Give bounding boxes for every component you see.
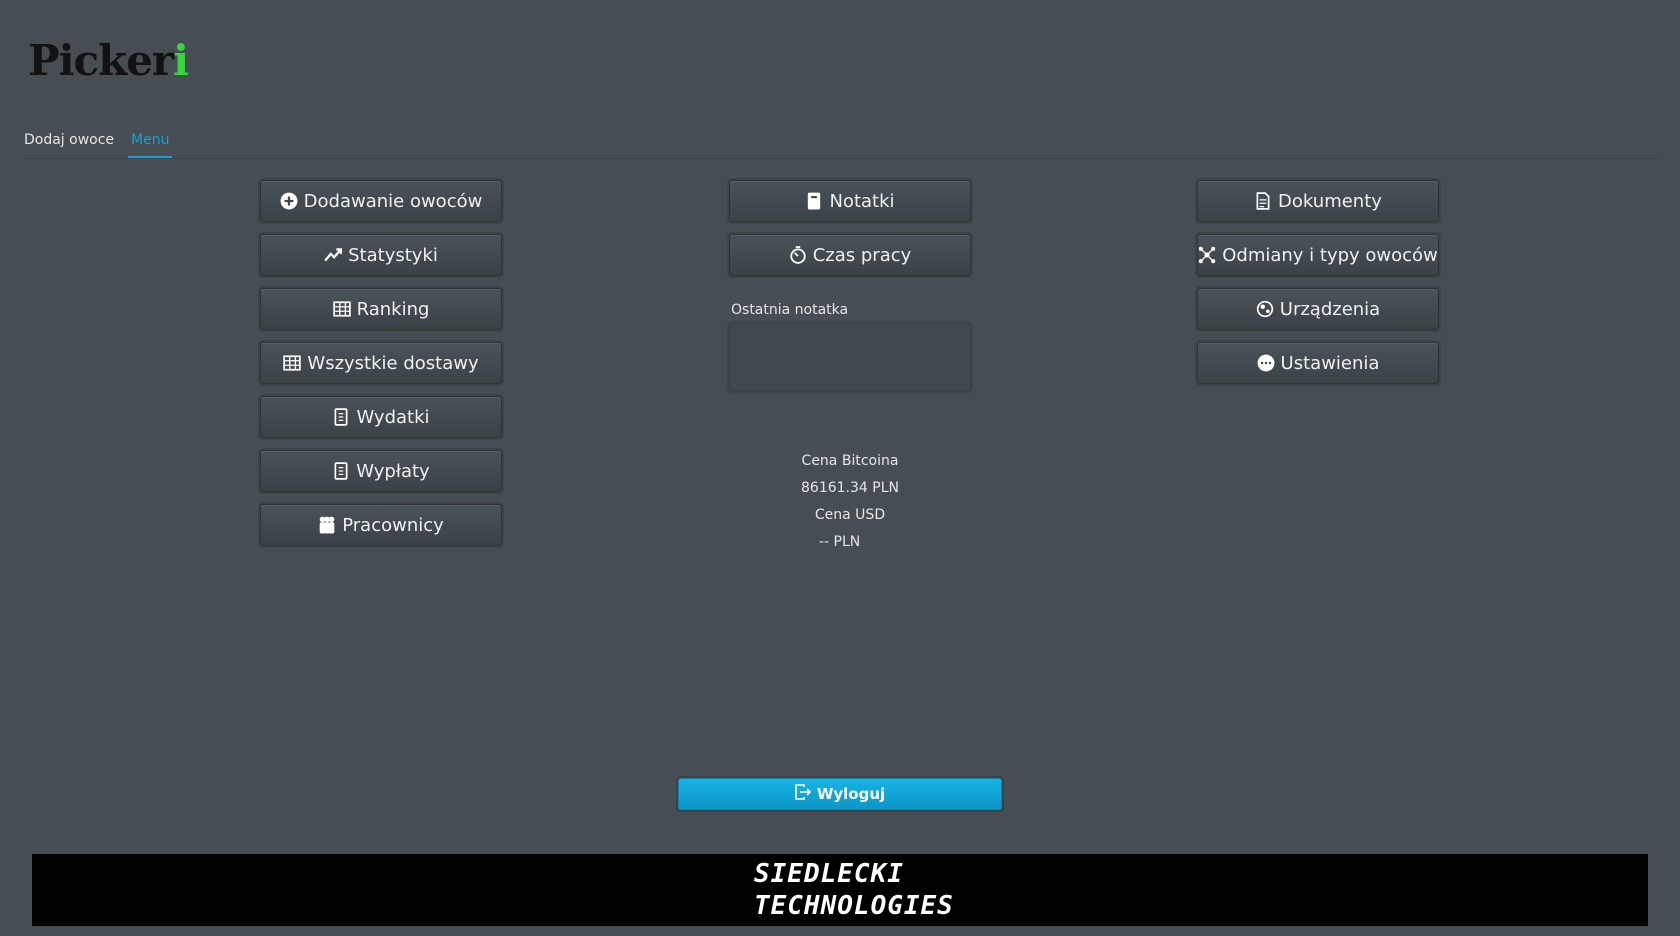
button-label: Wypłaty <box>356 460 430 482</box>
plus-circle-icon <box>280 192 298 210</box>
chart-line-icon <box>324 246 343 264</box>
button-label: Wydatki <box>356 406 430 428</box>
notebook-icon <box>805 192 823 210</box>
dokumenty-button[interactable]: Dokumenty <box>1197 180 1439 222</box>
button-label: Dokumenty <box>1278 190 1382 212</box>
ranking-button[interactable]: Ranking <box>260 288 502 330</box>
devices-icon <box>1256 300 1274 318</box>
stopwatch-icon <box>789 246 807 264</box>
button-label: Urządzenia <box>1279 298 1381 320</box>
btc-price-label: Cena Bitcoina <box>801 453 899 469</box>
last-note-box <box>729 323 971 391</box>
wydatki-button[interactable]: Wydatki <box>260 396 502 438</box>
odmiany-button[interactable]: Odmiany i typy owoców <box>1197 234 1439 276</box>
tab-dodaj-owoce[interactable]: Dodaj owoce <box>24 128 114 158</box>
notatki-button[interactable]: Notatki <box>729 180 971 222</box>
logo-accent: i <box>173 36 189 85</box>
button-label: Pracownicy <box>342 514 444 536</box>
table-icon <box>283 354 302 372</box>
footer-brand: SIEDLECKI TECHNOLOGIES <box>754 858 954 922</box>
urzadzenia-button[interactable]: Urządzenia <box>1197 288 1439 330</box>
button-label: Notatki <box>829 190 895 212</box>
logo-text: Picker <box>28 36 174 85</box>
app-logo: Pickeri <box>28 36 189 85</box>
tab-bar: Dodaj owoce Menu <box>24 128 1658 159</box>
wyplaty-button[interactable]: Wypłaty <box>260 450 502 492</box>
button-label: Ranking <box>356 298 430 320</box>
receipt-icon <box>332 408 350 426</box>
logout-button[interactable]: Wyloguj <box>678 778 1002 810</box>
button-label: Czas pracy <box>812 244 912 266</box>
people-icon <box>318 516 336 534</box>
more-circle-icon <box>1257 354 1275 372</box>
document-icon <box>1254 192 1272 210</box>
pracownicy-button[interactable]: Pracownicy <box>260 504 502 546</box>
dodawanie-owocow-button[interactable]: Dodawanie owoców <box>260 180 502 222</box>
btc-price-value: 86161.34 PLN <box>801 480 899 496</box>
usd-price-value: -- PLN <box>819 534 861 550</box>
footer-bar: SIEDLECKI TECHNOLOGIES <box>32 854 1648 926</box>
button-label: Odmiany i typy owoców <box>1222 244 1438 266</box>
brand-line-2: TECHNOLOGIES <box>754 891 954 921</box>
button-label: Statystyki <box>348 244 438 266</box>
receipt-icon <box>332 462 350 480</box>
logout-icon <box>795 784 817 804</box>
statystyki-button[interactable]: Statystyki <box>260 234 502 276</box>
table-icon <box>332 300 351 318</box>
logout-label: Wyloguj <box>816 785 886 803</box>
ustawienia-button[interactable]: Ustawienia <box>1197 342 1439 384</box>
wszystkie-dostawy-button[interactable]: Wszystkie dostawy <box>260 342 502 384</box>
button-label: Dodawanie owoców <box>303 190 483 212</box>
brand-line-1: SIEDLECKI <box>754 859 904 889</box>
button-label: Wszystkie dostawy <box>307 352 479 374</box>
button-label: Ustawienia <box>1280 352 1380 374</box>
nodes-icon <box>1198 246 1216 264</box>
tab-menu[interactable]: Menu <box>128 128 173 158</box>
usd-price-label: Cena USD <box>814 507 886 523</box>
last-note-label: Ostatnia notatka <box>731 302 849 318</box>
czas-pracy-button[interactable]: Czas pracy <box>729 234 971 276</box>
